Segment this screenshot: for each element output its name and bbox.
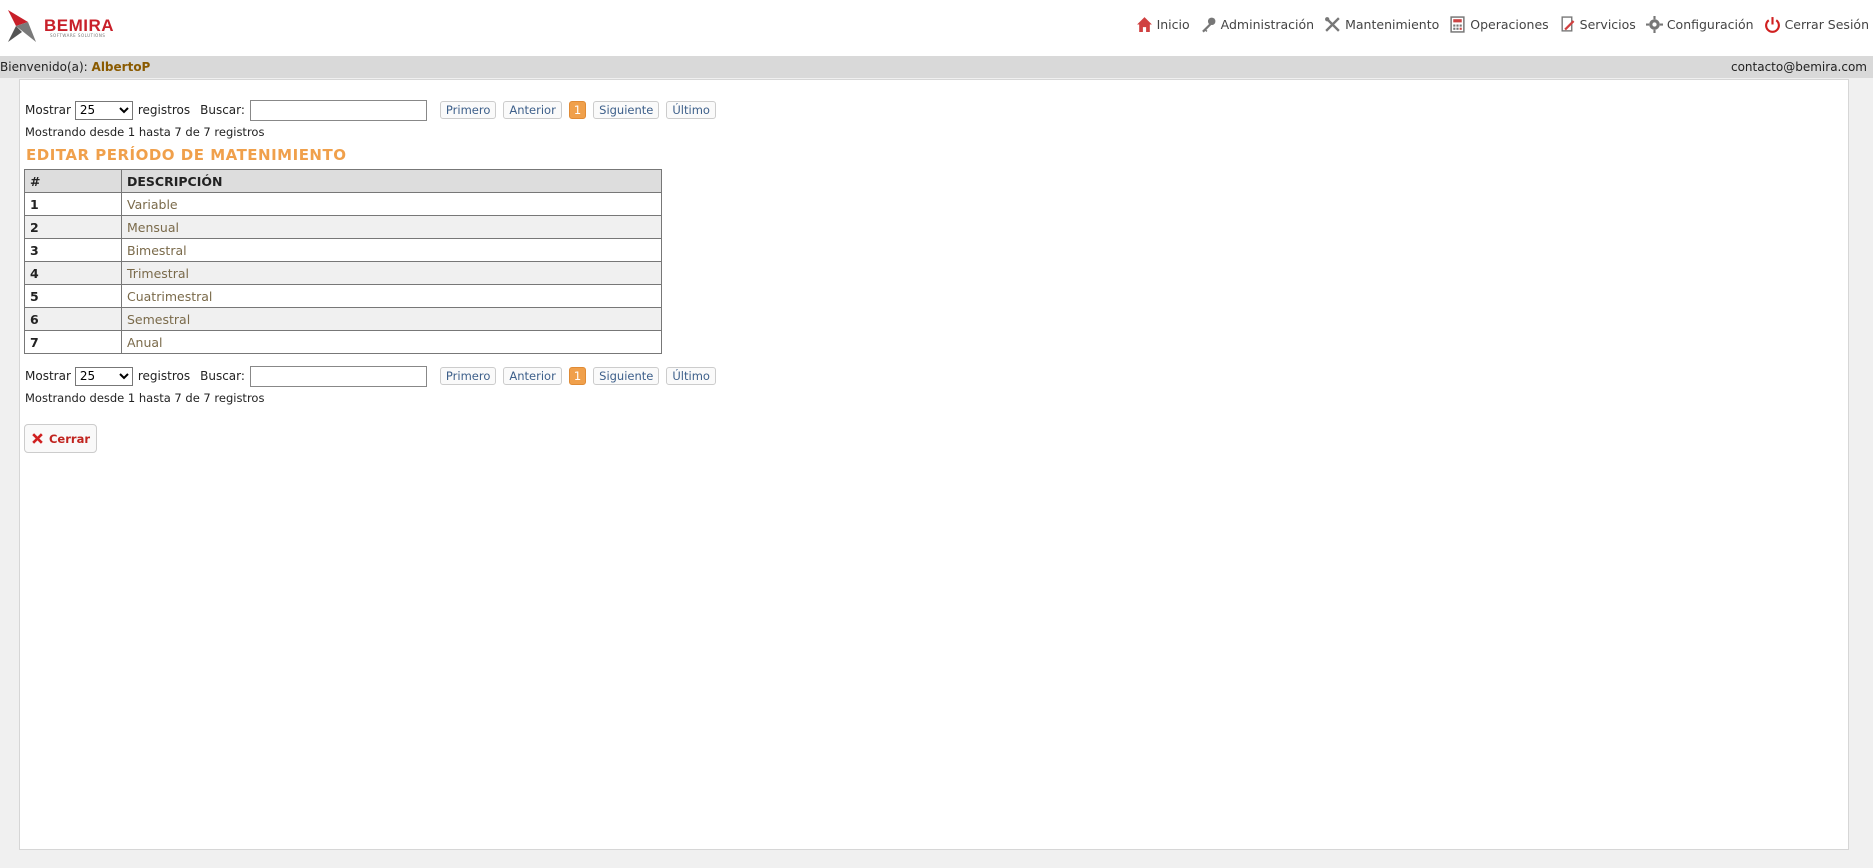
- table-row: 6 Semestral: [24, 307, 662, 331]
- page-size-select[interactable]: 25: [74, 100, 133, 120]
- nav-administracion[interactable]: Administración: [1200, 16, 1314, 33]
- search-input[interactable]: [249, 99, 427, 121]
- page-1-button[interactable]: 1: [568, 367, 587, 385]
- nav-operaciones-label: Operaciones: [1470, 16, 1549, 32]
- records-info: Mostrando desde 1 hasta 7 de 7 registros: [25, 125, 265, 139]
- nav-configuracion-label: Configuración: [1666, 16, 1754, 32]
- row-id: 7: [24, 330, 122, 354]
- contact-email: contacto@bemira.com: [1730, 60, 1867, 74]
- records-label: registros: [137, 369, 191, 383]
- nav-administracion-label: Administración: [1220, 16, 1315, 32]
- gear-icon: [1645, 15, 1663, 33]
- close-icon: [32, 433, 43, 444]
- first-page-button[interactable]: Primero: [439, 367, 497, 385]
- table-row: 4 Trimestral: [24, 261, 662, 285]
- close-button-label: Cerrar: [48, 431, 90, 446]
- welcome-bar: Bienvenido(a): AlbertoP contacto@bemira.…: [0, 56, 1873, 78]
- nav-servicios-label: Servicios: [1579, 16, 1636, 32]
- last-page-button[interactable]: Último: [666, 367, 716, 385]
- nav-cerrar-sesion-label: Cerrar Sesión: [1784, 16, 1869, 32]
- top-controls: Mostrar 25 registros Buscar: Primero Ant…: [25, 99, 716, 121]
- logo-subtitle: SOFTWARE SOLUTIONS: [50, 33, 106, 38]
- table-row: 7 Anual: [24, 330, 662, 354]
- show-label: Mostrar: [25, 369, 71, 383]
- nav-inicio[interactable]: Inicio: [1136, 16, 1190, 33]
- maintenance-period-table: # DESCRIPCIÓN 1 Variable 2 Mensual 3 Bim…: [24, 169, 662, 354]
- welcome-prefix: Bienvenido(a):: [0, 60, 88, 74]
- calculator-icon: [1450, 15, 1465, 33]
- page-1-button[interactable]: 1: [568, 101, 587, 119]
- row-id: 6: [24, 307, 122, 331]
- row-id: 2: [24, 215, 122, 239]
- row-description-link[interactable]: Bimestral: [121, 238, 662, 262]
- records-info: Mostrando desde 1 hasta 7 de 7 registros: [25, 391, 265, 405]
- next-page-button[interactable]: Siguiente: [593, 367, 660, 385]
- last-page-button[interactable]: Último: [666, 101, 716, 119]
- key-icon: [1201, 17, 1216, 32]
- row-description-link[interactable]: Variable: [121, 192, 662, 216]
- records-label: registros: [137, 103, 191, 117]
- row-description-link[interactable]: Trimestral: [121, 261, 662, 285]
- bemira-logo-icon: [8, 10, 36, 42]
- home-icon: [1136, 16, 1152, 32]
- pagination: Primero Anterior 1 Siguiente Último: [439, 367, 716, 385]
- row-id: 5: [24, 284, 122, 308]
- row-description-link[interactable]: Cuatrimestral: [121, 284, 662, 308]
- nav-cerrar-sesion[interactable]: Cerrar Sesión: [1764, 16, 1869, 33]
- welcome-username: AlbertoP: [91, 60, 151, 74]
- page-title: EDITAR PERÍODO DE MATENIMIENTO: [26, 146, 347, 164]
- table-row: 5 Cuatrimestral: [24, 284, 662, 308]
- nav-configuracion[interactable]: Configuración: [1645, 15, 1754, 33]
- page-size-select[interactable]: 25: [74, 366, 133, 386]
- main-content: Mostrar 25 registros Buscar: Primero Ant…: [19, 79, 1849, 850]
- top-header: BEMIRA SOFTWARE SOLUTIONS Inicio Adminis…: [0, 0, 1873, 56]
- close-button[interactable]: Cerrar: [24, 424, 97, 453]
- search-label: Buscar:: [200, 103, 245, 117]
- show-label: Mostrar: [25, 103, 71, 117]
- nav-inicio-label: Inicio: [1156, 16, 1190, 32]
- table-row: 2 Mensual: [24, 215, 662, 239]
- nav-operaciones[interactable]: Operaciones: [1449, 15, 1549, 33]
- search-label: Buscar:: [200, 369, 245, 383]
- next-page-button[interactable]: Siguiente: [593, 101, 660, 119]
- document-edit-icon: [1561, 15, 1575, 32]
- main-nav: Inicio Administración Mantenimiento Oper…: [1136, 12, 1869, 36]
- prev-page-button[interactable]: Anterior: [503, 367, 562, 385]
- table-header-row: # DESCRIPCIÓN: [24, 169, 662, 193]
- search-input[interactable]: [249, 365, 427, 387]
- row-id: 1: [24, 192, 122, 216]
- bottom-controls: Mostrar 25 registros Buscar: Primero Ant…: [25, 365, 716, 387]
- row-description-link[interactable]: Anual: [121, 330, 662, 354]
- bemira-logo[interactable]: BEMIRA SOFTWARE SOLUTIONS: [6, 6, 136, 46]
- row-description-link[interactable]: Semestral: [121, 307, 662, 331]
- table-row: 1 Variable: [24, 192, 662, 216]
- column-header-id[interactable]: #: [24, 169, 122, 193]
- pagination: Primero Anterior 1 Siguiente Último: [439, 101, 716, 119]
- nav-mantenimiento[interactable]: Mantenimiento: [1324, 16, 1439, 33]
- column-header-description[interactable]: DESCRIPCIÓN: [121, 169, 662, 193]
- nav-mantenimiento-label: Mantenimiento: [1345, 16, 1440, 32]
- tools-icon: [1325, 16, 1340, 32]
- row-id: 4: [24, 261, 122, 285]
- table-row: 3 Bimestral: [24, 238, 662, 262]
- first-page-button[interactable]: Primero: [439, 101, 497, 119]
- power-icon: [1764, 16, 1780, 33]
- prev-page-button[interactable]: Anterior: [503, 101, 562, 119]
- welcome-user: Bienvenido(a): AlbertoP: [0, 60, 150, 74]
- row-description-link[interactable]: Mensual: [121, 215, 662, 239]
- row-id: 3: [24, 238, 122, 262]
- nav-servicios[interactable]: Servicios: [1559, 15, 1636, 33]
